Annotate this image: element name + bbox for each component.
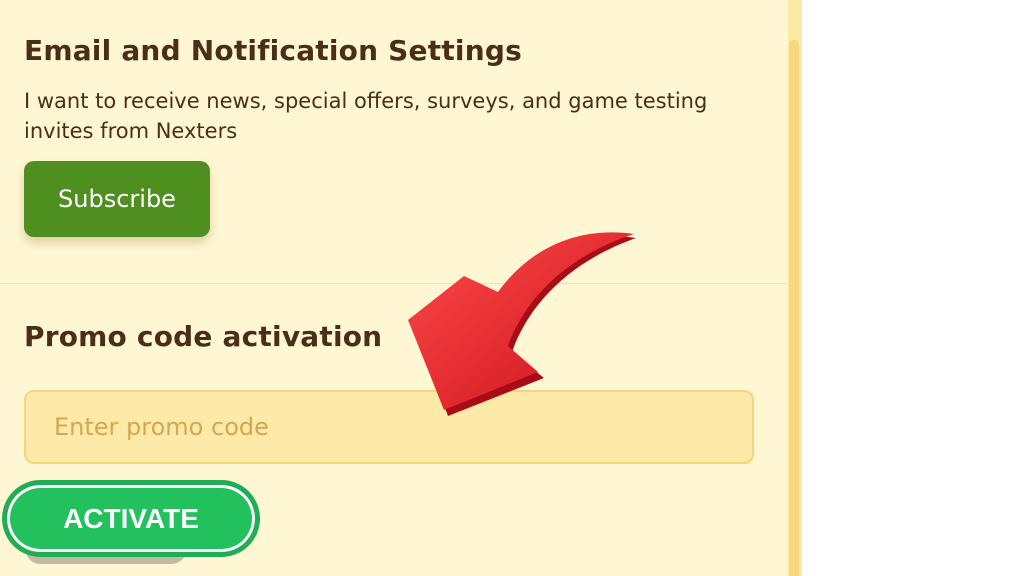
subscribe-button[interactable]: Subscribe [24,161,210,237]
activate-button[interactable]: ACTIVATE [2,480,260,557]
curved-arrow-icon [408,232,636,416]
scrollbar-thumb[interactable] [789,40,799,576]
email-settings-description: I want to receive news, special offers, … [24,89,708,143]
section-divider [0,283,788,284]
promo-code-input[interactable] [24,390,754,464]
promo-code-title: Promo code activation [24,320,383,353]
email-settings-title: Email and Notification Settings [24,34,522,67]
